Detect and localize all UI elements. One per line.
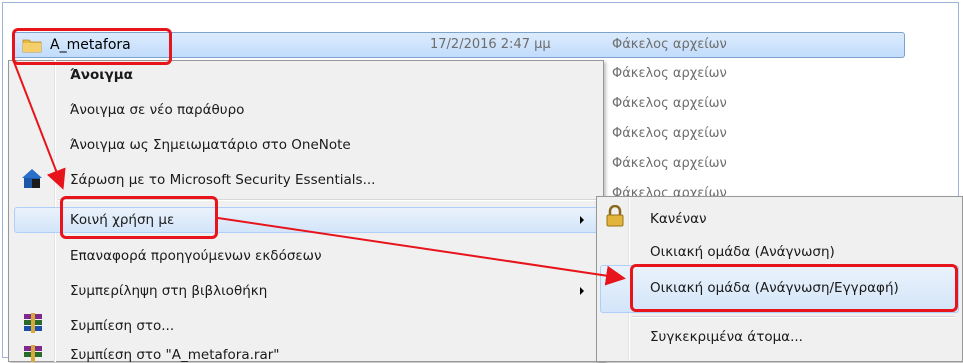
submenu-specific-people[interactable]: Συγκεκριμένα άτομα... [650,329,803,345]
submenu-separator [632,316,955,318]
winrar-icon [24,313,42,333]
annotation-box-folder [12,28,172,65]
menu-restore-versions[interactable]: Επαναφορά προηγούμενων εκδόσεων [70,248,322,264]
annotation-box-share [60,196,218,239]
security-essentials-icon [22,169,42,188]
menu-open[interactable]: Άνοιγμα [70,67,133,83]
row-type: Φάκελος αρχείων [612,66,727,81]
menu-compress-to[interactable]: Συμπίεση στο... [70,318,174,334]
folder-date: 17/2/2016 2:47 μμ [430,37,551,52]
submenu-homegroup-read[interactable]: Οικιακή ομάδα (Ανάγνωση) [650,244,835,260]
lock-icon [606,205,624,227]
winrar-icon [24,345,42,362]
submenu-arrow-icon [580,287,584,295]
row-type: Φάκελος αρχείων [612,126,727,141]
submenu-nobody[interactable]: Κανέναν [650,211,707,227]
menu-include-library[interactable]: Συμπερίληψη στη βιβλιοθήκη [70,283,267,299]
submenu-arrow-icon [580,216,584,224]
row-type: Φάκελος αρχείων [612,156,727,171]
menu-open-new-window[interactable]: Άνοιγμα σε νέο παράθυρο [70,102,244,118]
menu-open-onenote[interactable]: Άνοιγμα ως Σημειωματάριο στο OneNote [70,137,351,153]
folder-type: Φάκελος αρχείων [612,37,727,52]
annotation-box-readwrite [630,264,958,312]
menu-scan-mse[interactable]: Σάρωση με το Microsoft Security Essentia… [70,172,375,188]
row-type: Φάκελος αρχείων [612,96,727,111]
menu-compress-rar[interactable]: Συμπίεση στο "A_metafora.rar" [70,347,280,363]
